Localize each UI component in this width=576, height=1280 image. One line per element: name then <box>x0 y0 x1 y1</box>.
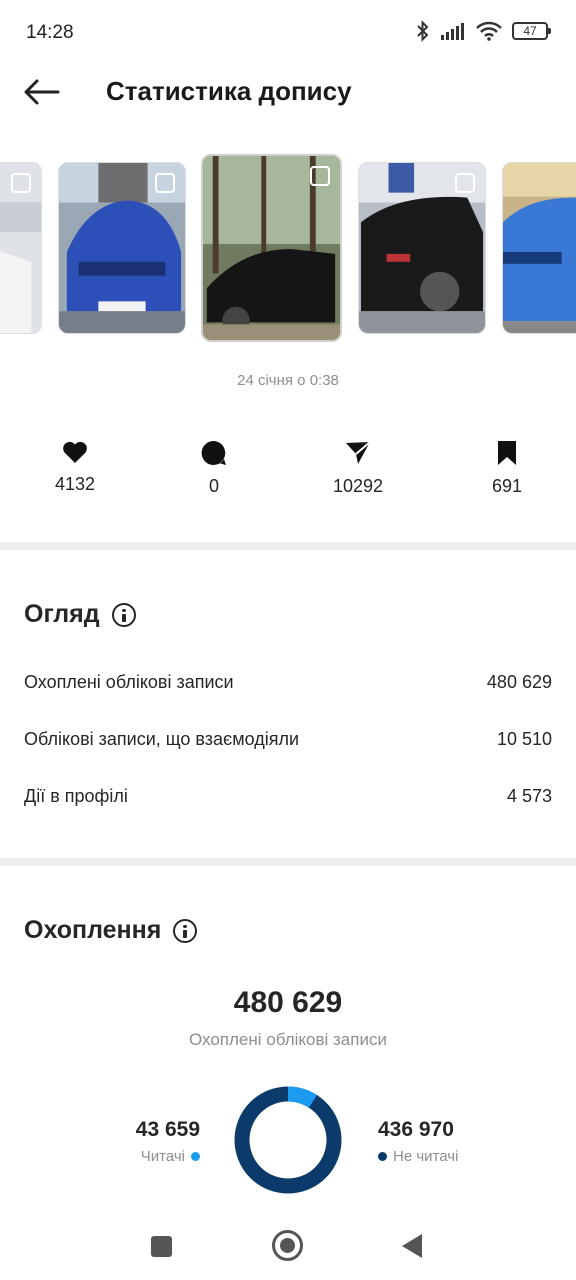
system-nav-bar <box>0 1216 576 1280</box>
wifi-icon <box>476 21 502 41</box>
heart-icon <box>63 441 87 463</box>
thumb-blue-skoda[interactable] <box>502 162 576 334</box>
select-checkbox[interactable] <box>310 166 330 186</box>
comments-stat: 0 <box>164 440 264 497</box>
overview-row: Дії в профілі 4 573 <box>24 786 552 807</box>
status-bar: 14:28 47 <box>0 0 576 64</box>
likes-stat: 4132 <box>25 440 125 495</box>
non-followers-legend: 436 970 Не читачі <box>378 1118 458 1165</box>
comment-icon <box>201 440 226 465</box>
post-media-carousel[interactable] <box>0 150 576 350</box>
non-followers-value: 436 970 <box>378 1118 454 1141</box>
overview-section-title: Огляд <box>24 600 136 629</box>
arrow-left-icon <box>24 79 60 105</box>
thumb-blue-bmw[interactable] <box>58 162 186 334</box>
row-label: Облікові записи, що взаємодіяли <box>24 729 300 749</box>
followers-value: 43 659 <box>135 1118 200 1141</box>
shares-stat: 10292 <box>308 440 408 497</box>
thumb-black-suv[interactable] <box>358 162 486 334</box>
followers-legend: 43 659 Читачі <box>136 1118 200 1165</box>
saves-stat: 691 <box>457 440 557 497</box>
row-value: 480 629 <box>486 672 552 692</box>
non-followers-dot <box>378 1152 387 1161</box>
row-value: 10 510 <box>496 729 552 749</box>
row-label: Дії в профілі <box>24 786 128 806</box>
page-title: Статистика допису <box>106 76 352 106</box>
divider <box>0 542 576 550</box>
reach-title: Охоплення <box>24 916 162 944</box>
reach-donut-chart <box>234 1086 342 1194</box>
bookmark-icon <box>498 441 516 465</box>
overview-title: Огляд <box>24 600 100 628</box>
select-checkbox[interactable] <box>155 173 175 193</box>
select-checkbox[interactable] <box>11 173 31 193</box>
divider <box>0 858 576 866</box>
overview-row: Охоплені облікові записи 480 629 <box>24 672 552 693</box>
followers-label: Читачі <box>140 1148 185 1165</box>
non-followers-arc <box>234 1086 342 1194</box>
reach-subtitle: Охоплені облікові записи <box>189 1030 387 1049</box>
reach-total: 480 629 <box>233 986 343 1019</box>
non-followers-label: Не читачі <box>393 1148 459 1165</box>
shares-count: 10292 <box>332 476 384 496</box>
reach-section-title: Охоплення <box>24 916 198 945</box>
info-icon[interactable] <box>173 918 198 943</box>
thumb-white-car[interactable] <box>0 162 42 334</box>
header: Статистика допису <box>0 64 576 120</box>
followers-dot <box>191 1152 200 1161</box>
status-icons: 47 <box>416 20 551 42</box>
signal-icon <box>441 23 464 40</box>
select-checkbox[interactable] <box>455 173 475 193</box>
bluetooth-icon <box>417 20 429 42</box>
row-value: 4 573 <box>506 786 552 806</box>
send-icon <box>346 441 371 464</box>
post-stats: 4132 0 10292 691 <box>0 440 576 510</box>
likes-count: 4132 <box>54 474 96 494</box>
thumb-black-sedan[interactable] <box>201 154 342 342</box>
post-date: 24 січня о 0:38 <box>237 372 339 389</box>
home-button[interactable] <box>272 1230 303 1261</box>
recent-apps-button[interactable] <box>151 1236 172 1257</box>
back-button[interactable] <box>22 76 62 108</box>
row-label: Охоплені облікові записи <box>24 672 234 692</box>
system-back-button[interactable] <box>402 1234 422 1258</box>
comments-count: 0 <box>208 476 219 496</box>
overview-row: Облікові записи, що взаємодіяли 10 510 <box>24 729 552 750</box>
saves-count: 691 <box>491 476 523 496</box>
info-icon[interactable] <box>111 602 136 627</box>
status-time: 14:28 <box>26 22 74 43</box>
battery-indicator: 47 <box>512 22 551 40</box>
